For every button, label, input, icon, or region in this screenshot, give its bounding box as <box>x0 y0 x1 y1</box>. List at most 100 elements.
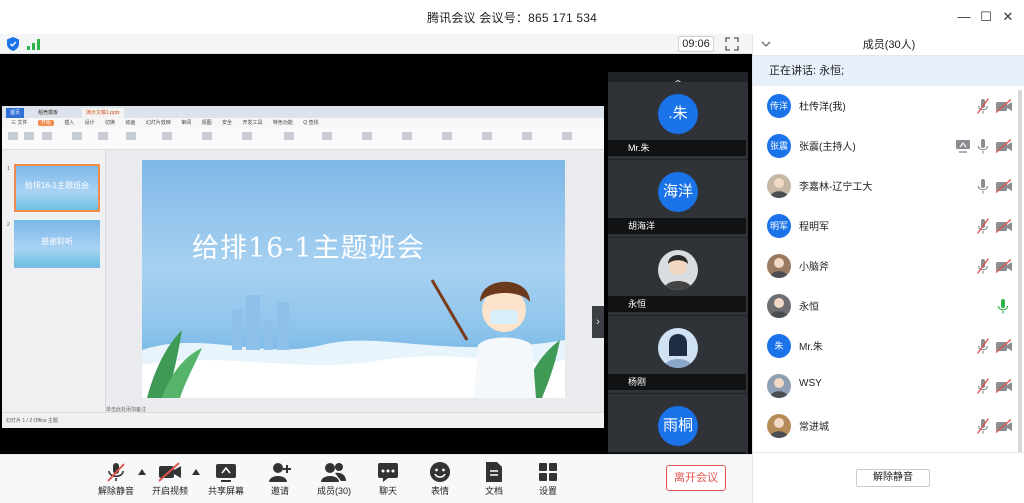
unmute-button[interactable]: 解除静音 <box>88 459 144 501</box>
emoji-button[interactable]: 表情 <box>412 459 468 501</box>
member-name: 永恒 <box>799 302 819 313</box>
signal-icon[interactable] <box>27 39 41 50</box>
slide-thumbnail[interactable]: 感谢聆听 <box>14 220 100 268</box>
camera-off-icon[interactable] <box>995 219 1013 233</box>
avatar: 张震 <box>767 134 791 158</box>
ppt-menu-item: 切换 <box>105 120 116 126</box>
ribbon-icon <box>8 132 18 140</box>
participant-video-strip: ︿ .朱 Mr.朱 海洋 胡海洋 永恒 杨刚 雨桐 <box>608 72 748 454</box>
video-tile[interactable]: 永恒 <box>608 238 748 316</box>
chevron-down-icon[interactable] <box>761 39 771 49</box>
settings-button[interactable]: 设置 <box>520 459 576 501</box>
video-tile[interactable]: 雨桐 <box>608 394 748 454</box>
ribbon-icon <box>482 132 492 140</box>
fullscreen-icon[interactable] <box>725 37 739 51</box>
camera-off-icon[interactable] <box>995 379 1013 393</box>
mic-speaking-icon[interactable] <box>997 298 1009 314</box>
member-name: 程明军 <box>799 222 829 233</box>
scrollbar-thumb[interactable] <box>1018 90 1022 480</box>
mic-muted-icon[interactable] <box>977 218 989 234</box>
slide-thumbnail[interactable]: 给排16-1主题班会 <box>14 164 100 212</box>
avatar: .朱 <box>658 94 698 134</box>
ribbon-icon <box>242 132 252 140</box>
video-tile[interactable]: 海洋 胡海洋 <box>608 160 748 238</box>
member-row[interactable]: WSY <box>753 366 1015 406</box>
thumb-label: 给排16-1主题班会 <box>24 181 89 190</box>
camera-off-icon[interactable] <box>995 139 1013 153</box>
mic-muted-icon[interactable] <box>977 378 989 394</box>
chat-button[interactable]: 聊天 <box>360 459 416 501</box>
member-row[interactable]: 永恒 <box>753 286 1015 326</box>
participant-name: Mr.朱 <box>608 140 746 156</box>
close-icon[interactable]: ✕ <box>998 7 1018 27</box>
ppt-menu-item: 幻灯片放映 <box>145 120 171 126</box>
members-panel: 成员(30人) 正在讲话: 永恒; 传洋 杜传洋(我) 张震 张震(主持人) 李嘉林-辽… <box>752 34 1024 503</box>
ribbon-icon <box>98 132 108 140</box>
ribbon-icon <box>72 132 82 140</box>
share-screen-button[interactable]: 共享屏幕 <box>198 459 254 501</box>
ppt-tab-home: 首页 <box>6 108 25 118</box>
unmute-label: 解除静音 <box>97 486 134 496</box>
ppt-status-text: 幻灯片 1 / 2 Office 主题 <box>6 418 58 424</box>
members-panel-header: 成员(30人) <box>753 34 1024 56</box>
share-screen-label: 共享屏幕 <box>207 486 244 496</box>
mic-on-icon[interactable] <box>977 138 989 154</box>
members-icon <box>321 463 346 482</box>
shield-icon[interactable] <box>7 37 19 51</box>
leave-meeting-button[interactable]: 离开会议 <box>666 465 726 491</box>
member-row[interactable]: 小脑斧 <box>753 246 1015 286</box>
mic-muted-icon[interactable] <box>977 418 989 434</box>
ppt-tab-bar: 首页 稻壳模板 演示文稿1.pptx <box>2 106 604 118</box>
camera-off-icon[interactable] <box>995 339 1013 353</box>
mic-muted-icon[interactable] <box>977 98 989 114</box>
member-name: 杜传洋(我) <box>799 102 846 113</box>
member-name: Mr.朱 <box>799 342 823 353</box>
ribbon-icon <box>442 132 452 140</box>
ppt-menu-item: 三 文件 <box>11 120 28 126</box>
docs-button[interactable]: 文档 <box>466 459 522 501</box>
mic-muted-icon[interactable] <box>977 258 989 274</box>
camera-off-icon[interactable] <box>995 419 1013 433</box>
minimize-icon[interactable]: — <box>954 7 974 27</box>
participant-name: 胡海洋 <box>608 218 746 234</box>
ppt-menu-item: 动画 <box>125 120 136 126</box>
avatar: 传洋 <box>767 94 791 118</box>
add-user-icon <box>269 463 291 482</box>
ribbon-icon <box>562 132 572 140</box>
member-name: WSY <box>799 378 822 389</box>
slide-canvas: 给排16-1主题班会 2020. 4. 30 <box>106 150 604 412</box>
screen-share-icon <box>956 140 970 153</box>
member-row[interactable]: 李嘉林-辽宁工大 <box>753 166 1015 206</box>
video-tile[interactable]: 杨刚 <box>608 316 748 394</box>
meeting-timer: 09:06 <box>678 36 714 52</box>
member-row[interactable]: 张震 张震(主持人) <box>753 126 1015 166</box>
ppt-status-bar: 幻灯片 1 / 2 Office 主题 <box>2 412 604 428</box>
video-tile[interactable]: .朱 Mr.朱 <box>608 82 748 160</box>
member-row[interactable]: 朱 Mr.朱 <box>753 326 1015 366</box>
emoji-icon <box>430 462 450 482</box>
mic-muted-icon[interactable] <box>977 338 989 354</box>
member-row[interactable]: 明军 程明军 <box>753 206 1015 246</box>
start-video-button[interactable]: 开启视频 <box>142 459 198 501</box>
member-list-scrollbar[interactable] <box>1017 86 1023 496</box>
member-row[interactable]: 常进城 <box>753 406 1015 446</box>
invite-label: 邀请 <box>270 486 289 496</box>
invite-button[interactable]: 邀请 <box>252 459 308 501</box>
member-name: 小脑斧 <box>799 262 829 273</box>
meeting-toolbar: 解除静音 开启视频 共享屏幕 邀请 成员(30) 聊天 表情 文档 设置 离开会… <box>0 454 752 503</box>
avatar: 雨桐 <box>658 406 698 446</box>
camera-off-icon[interactable] <box>995 179 1013 193</box>
unmute-all-button[interactable]: 解除静音 <box>856 469 930 487</box>
chevron-right-icon[interactable]: › <box>592 306 604 338</box>
member-row[interactable]: 传洋 杜传洋(我) <box>753 86 1015 126</box>
ppt-tab-template: 稻壳模板 <box>38 110 59 116</box>
mic-on-icon[interactable] <box>977 178 989 194</box>
members-button[interactable]: 成员(30) <box>306 459 362 501</box>
maximize-icon[interactable]: ☐ <box>976 7 996 27</box>
chat-label: 聊天 <box>378 486 397 496</box>
camera-off-icon[interactable] <box>995 99 1013 113</box>
ribbon-icon <box>202 132 212 140</box>
avatar <box>767 374 791 398</box>
camera-off-icon[interactable] <box>995 259 1013 273</box>
slide-date: 2020. 4. 30 <box>288 364 344 376</box>
